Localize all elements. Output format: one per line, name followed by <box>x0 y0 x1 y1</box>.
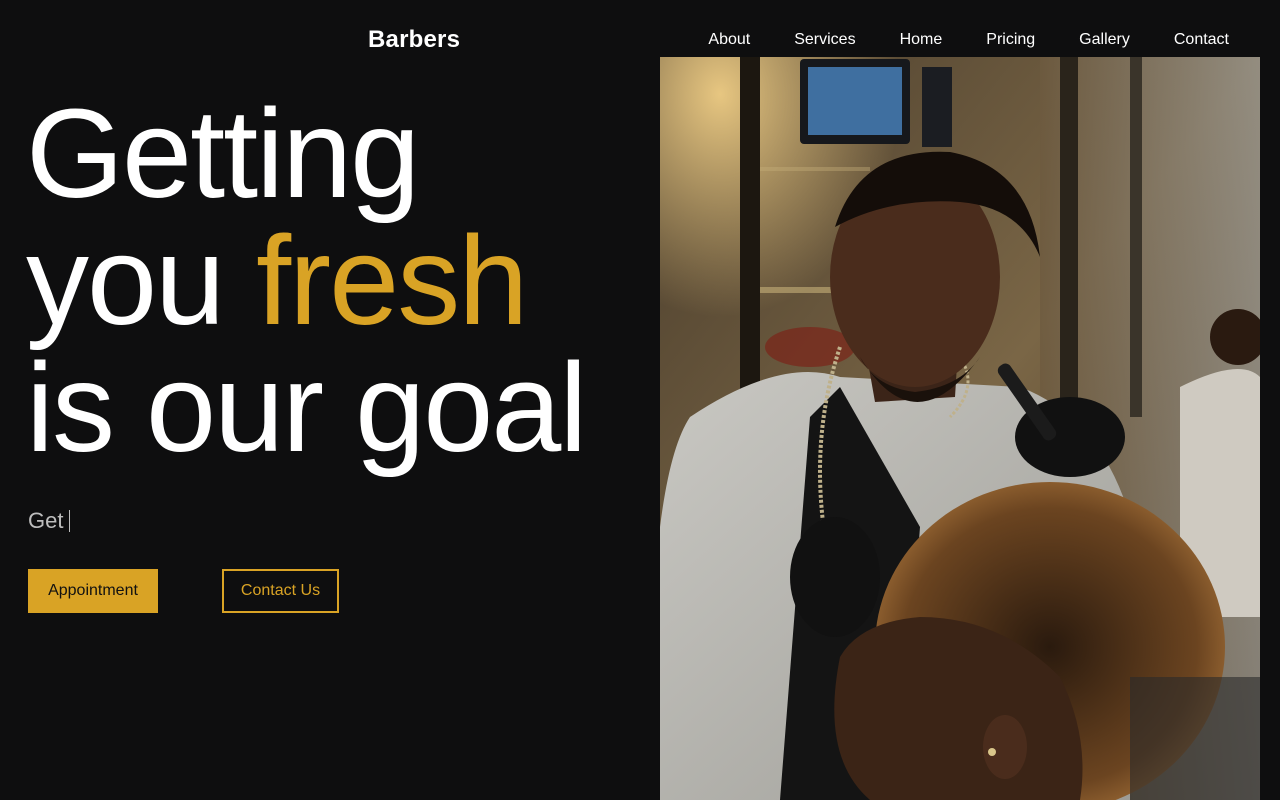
appointment-button[interactable]: Appointment <box>28 569 158 613</box>
typed-text-value: Get <box>28 508 64 533</box>
nav-item-home[interactable]: Home <box>900 30 943 50</box>
nav-item-services[interactable]: Services <box>794 30 855 50</box>
hero-line-2-prefix: you <box>26 210 257 351</box>
hero-photo <box>660 57 1260 800</box>
typing-cursor <box>69 510 71 532</box>
nav-item-contact[interactable]: Contact <box>1174 30 1229 50</box>
page: Barbers About Services Home Pricing Gall… <box>0 0 1280 800</box>
hero-line-3: is our goal <box>26 337 587 478</box>
hero-line-2-accent: fresh <box>256 210 528 351</box>
contact-us-button[interactable]: Contact Us <box>222 569 339 613</box>
barber-photo-illustration <box>660 57 1260 800</box>
brand-logo[interactable]: Barbers <box>368 26 460 54</box>
hero-headline: Getting you fresh is our goal <box>26 90 587 471</box>
hero-line-1: Getting <box>26 83 420 224</box>
nav-item-pricing[interactable]: Pricing <box>986 30 1035 50</box>
main-nav: About Services Home Pricing Gallery Cont… <box>708 30 1229 50</box>
typed-text: Get <box>28 508 71 534</box>
nav-item-gallery[interactable]: Gallery <box>1079 30 1130 50</box>
nav-item-about[interactable]: About <box>708 30 750 50</box>
